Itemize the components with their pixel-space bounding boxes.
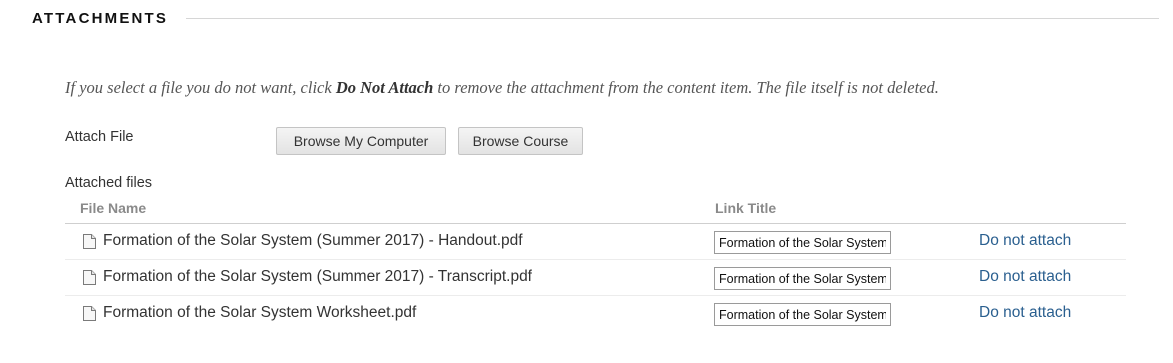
attached-files-table: File Name Link Title Formation of the So… (65, 196, 1126, 331)
instructions-text: If you select a file you do not want, cl… (65, 78, 939, 98)
instructions-part-2: to remove the attachment from the conten… (433, 78, 939, 97)
link-title-input[interactable] (714, 267, 891, 290)
document-icon (83, 234, 96, 249)
file-name: Formation of the Solar System (Summer 20… (103, 232, 523, 249)
column-header-file-name: File Name (80, 200, 147, 216)
attach-file-label: Attach File (65, 129, 134, 145)
instructions-part-1: If you select a file you do not want, cl… (65, 78, 336, 97)
instructions-emphasis: Do Not Attach (335, 78, 434, 97)
section-divider (186, 17, 1159, 19)
browse-my-computer-button[interactable]: Browse My Computer (276, 127, 446, 155)
do-not-attach-link[interactable]: Do not attach (979, 268, 1071, 286)
section-title: ATTACHMENTS (32, 9, 169, 27)
link-title-input[interactable] (714, 231, 891, 254)
document-icon (83, 306, 96, 321)
document-icon (83, 270, 96, 285)
table-row: Formation of the Solar System Worksheet.… (65, 296, 1126, 331)
table-row: Formation of the Solar System (Summer 20… (65, 224, 1126, 260)
file-name: Formation of the Solar System (Summer 20… (103, 268, 532, 285)
browse-course-button[interactable]: Browse Course (458, 127, 583, 155)
table-row: Formation of the Solar System (Summer 20… (65, 260, 1126, 296)
file-name: Formation of the Solar System Worksheet.… (103, 304, 417, 321)
attachments-section-header: ATTACHMENTS (32, 8, 1159, 28)
do-not-attach-link[interactable]: Do not attach (979, 232, 1071, 250)
column-header-link-title: Link Title (715, 200, 777, 216)
attached-files-label: Attached files (65, 175, 153, 191)
do-not-attach-link[interactable]: Do not attach (979, 304, 1071, 322)
table-header: File Name Link Title (65, 196, 1126, 224)
link-title-input[interactable] (714, 303, 891, 326)
